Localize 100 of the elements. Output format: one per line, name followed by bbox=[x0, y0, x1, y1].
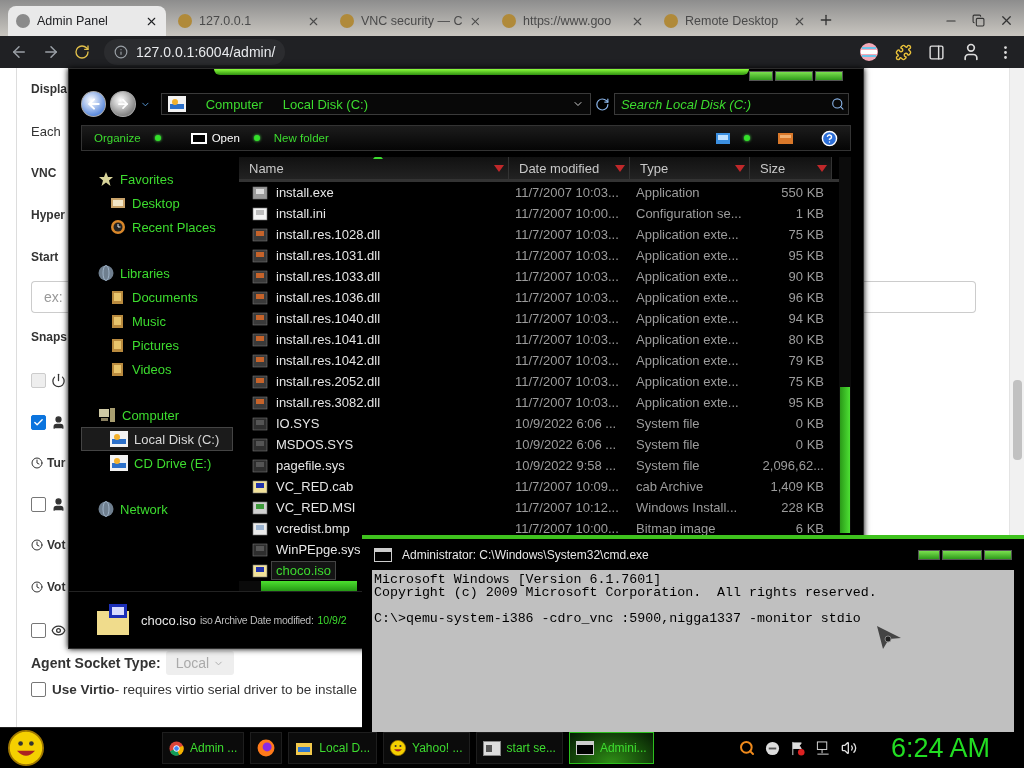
scrollbar[interactable] bbox=[1009, 68, 1024, 535]
nav-item[interactable]: Pictures bbox=[81, 333, 233, 357]
file-name[interactable]: install.exe bbox=[272, 184, 338, 201]
back-button[interactable] bbox=[81, 91, 107, 117]
file-name[interactable]: install.res.1033.dll bbox=[272, 268, 385, 285]
browser-tab[interactable]: Admin Panel bbox=[8, 6, 166, 36]
input-field[interactable]: ex: bbox=[31, 281, 68, 313]
flag-icon[interactable] bbox=[859, 42, 879, 62]
side-panel-icon[interactable] bbox=[928, 43, 945, 61]
file-name[interactable]: install.res.2052.dll bbox=[272, 373, 385, 390]
view-icon[interactable] bbox=[716, 132, 730, 144]
file-name[interactable]: choco.iso bbox=[272, 562, 335, 579]
column-header[interactable]: Type bbox=[630, 157, 750, 179]
nav-item[interactable]: CD Drive (E:) bbox=[81, 451, 233, 475]
caret-icon[interactable] bbox=[735, 164, 745, 172]
forward-button[interactable] bbox=[110, 91, 136, 117]
file-name[interactable]: install.res.1042.dll bbox=[272, 352, 385, 369]
breadcrumb[interactable]: Local Disk (C:) bbox=[282, 96, 368, 112]
refresh-icon[interactable] bbox=[595, 96, 610, 112]
file-name[interactable]: VC_RED.cab bbox=[272, 478, 358, 495]
forward-icon[interactable] bbox=[42, 43, 60, 61]
nav-item[interactable]: Videos bbox=[81, 357, 233, 381]
new-tab-icon[interactable] bbox=[818, 12, 834, 28]
checkbox[interactable] bbox=[31, 496, 46, 512]
toolbar-button[interactable]: New folder bbox=[273, 132, 329, 144]
help-icon[interactable] bbox=[821, 129, 838, 147]
extensions-icon[interactable] bbox=[895, 43, 912, 61]
nav-item[interactable]: Local Disk (C:) bbox=[81, 427, 233, 451]
file-name[interactable]: WinPEpge.sys bbox=[272, 541, 365, 558]
horizontal-scrollbar[interactable] bbox=[239, 581, 357, 591]
minimize-button[interactable] bbox=[918, 549, 940, 560]
file-name[interactable]: install.res.1028.dll bbox=[272, 226, 385, 243]
toolbar-button[interactable]: Organize bbox=[94, 132, 141, 144]
browser-tab[interactable]: https://www.goo bbox=[494, 6, 652, 36]
caret-icon[interactable] bbox=[494, 164, 504, 172]
taskbar-button[interactable]: Local D... bbox=[288, 732, 378, 764]
close-icon[interactable] bbox=[999, 13, 1014, 28]
taskbar-button[interactable]: Admin ... bbox=[162, 732, 245, 764]
browser-tab[interactable]: Remote Desktop bbox=[656, 6, 814, 36]
file-name[interactable]: VC_RED.MSI bbox=[272, 499, 360, 516]
status-icon[interactable] bbox=[764, 740, 780, 756]
browser-tab[interactable]: 127.0.0.1 bbox=[170, 6, 328, 36]
scrollbar-thumb[interactable] bbox=[1013, 380, 1022, 460]
column-header[interactable]: Date modified bbox=[509, 157, 630, 179]
drive-icon bbox=[167, 96, 186, 112]
file-name[interactable]: install.res.1041.dll bbox=[272, 331, 385, 348]
nav-item[interactable]: Desktop bbox=[81, 191, 233, 215]
back-icon[interactable] bbox=[10, 43, 28, 61]
breadcrumb[interactable]: Computer bbox=[205, 96, 263, 112]
nav-item[interactable]: Recent Places bbox=[81, 215, 233, 239]
search-icon[interactable] bbox=[738, 740, 755, 756]
file-name[interactable]: MSDOS.SYS bbox=[272, 436, 358, 453]
start-button[interactable] bbox=[8, 730, 44, 766]
file-icon bbox=[252, 415, 268, 432]
file-name[interactable]: IO.SYS bbox=[272, 415, 324, 432]
file-name[interactable]: pagefile.sys bbox=[272, 457, 349, 474]
file-name[interactable]: install.res.1040.dll bbox=[272, 310, 385, 327]
reload-icon[interactable] bbox=[74, 44, 90, 60]
scrollbar-thumb[interactable] bbox=[261, 581, 357, 591]
maximize-button[interactable] bbox=[942, 549, 982, 560]
toolbar-button[interactable]: Open bbox=[190, 132, 240, 144]
restore-icon[interactable] bbox=[972, 14, 985, 27]
option-label: Vot bbox=[47, 538, 66, 552]
column-header[interactable]: Size bbox=[750, 157, 832, 179]
file-name[interactable]: install.res.3082.dll bbox=[272, 394, 385, 411]
address-bar[interactable]: 127.0.0.1:6004/admin/ bbox=[104, 39, 286, 65]
checkbox[interactable] bbox=[31, 414, 46, 430]
profile-icon[interactable] bbox=[961, 42, 981, 62]
taskbar-button[interactable] bbox=[250, 732, 283, 764]
taskbar-button[interactable]: start se... bbox=[475, 732, 563, 764]
nav-item[interactable]: Libraries bbox=[81, 261, 233, 285]
file-name[interactable]: install.res.1031.dll bbox=[272, 247, 385, 264]
caret-icon[interactable] bbox=[817, 164, 827, 172]
taskbar-button[interactable]: Admini... bbox=[568, 732, 654, 764]
file-name[interactable]: vcredist.bmp bbox=[272, 520, 354, 537]
scrollbar[interactable] bbox=[839, 157, 851, 533]
type-cell-text: Application exte... bbox=[635, 227, 740, 242]
nav-item[interactable]: Computer bbox=[81, 403, 233, 427]
file-name[interactable]: install.res.1036.dll bbox=[272, 289, 385, 306]
column-header[interactable]: Name bbox=[239, 157, 509, 179]
nav-item[interactable]: Documents bbox=[81, 285, 233, 309]
preview-pane-icon[interactable] bbox=[778, 132, 793, 144]
volume-icon[interactable] bbox=[840, 740, 857, 756]
checkbox[interactable] bbox=[31, 622, 46, 638]
nav-item[interactable]: Network bbox=[81, 497, 233, 521]
browser-tab[interactable]: VNC security — C bbox=[332, 6, 490, 36]
taskbar-button[interactable]: Yahoo! ... bbox=[383, 732, 470, 764]
address-box[interactable]: Computer Local Disk (C:) bbox=[160, 93, 592, 115]
checkbox[interactable] bbox=[31, 681, 46, 697]
nav-item[interactable]: Favorites bbox=[81, 167, 233, 191]
nav-item[interactable]: Music bbox=[81, 309, 233, 333]
network-icon[interactable] bbox=[814, 740, 831, 756]
close-button[interactable] bbox=[984, 549, 1012, 560]
caret-icon[interactable] bbox=[615, 164, 625, 172]
scrollbar-thumb[interactable] bbox=[840, 387, 850, 533]
file-name[interactable]: install.ini bbox=[272, 205, 330, 222]
clock-time[interactable]: 6:24 AM bbox=[890, 732, 990, 764]
search-field[interactable]: Search Local Disk (C:) bbox=[613, 93, 850, 115]
date-cell-text: 10/9/2022 6:06 ... bbox=[514, 437, 618, 452]
flag-icon[interactable] bbox=[789, 740, 805, 756]
